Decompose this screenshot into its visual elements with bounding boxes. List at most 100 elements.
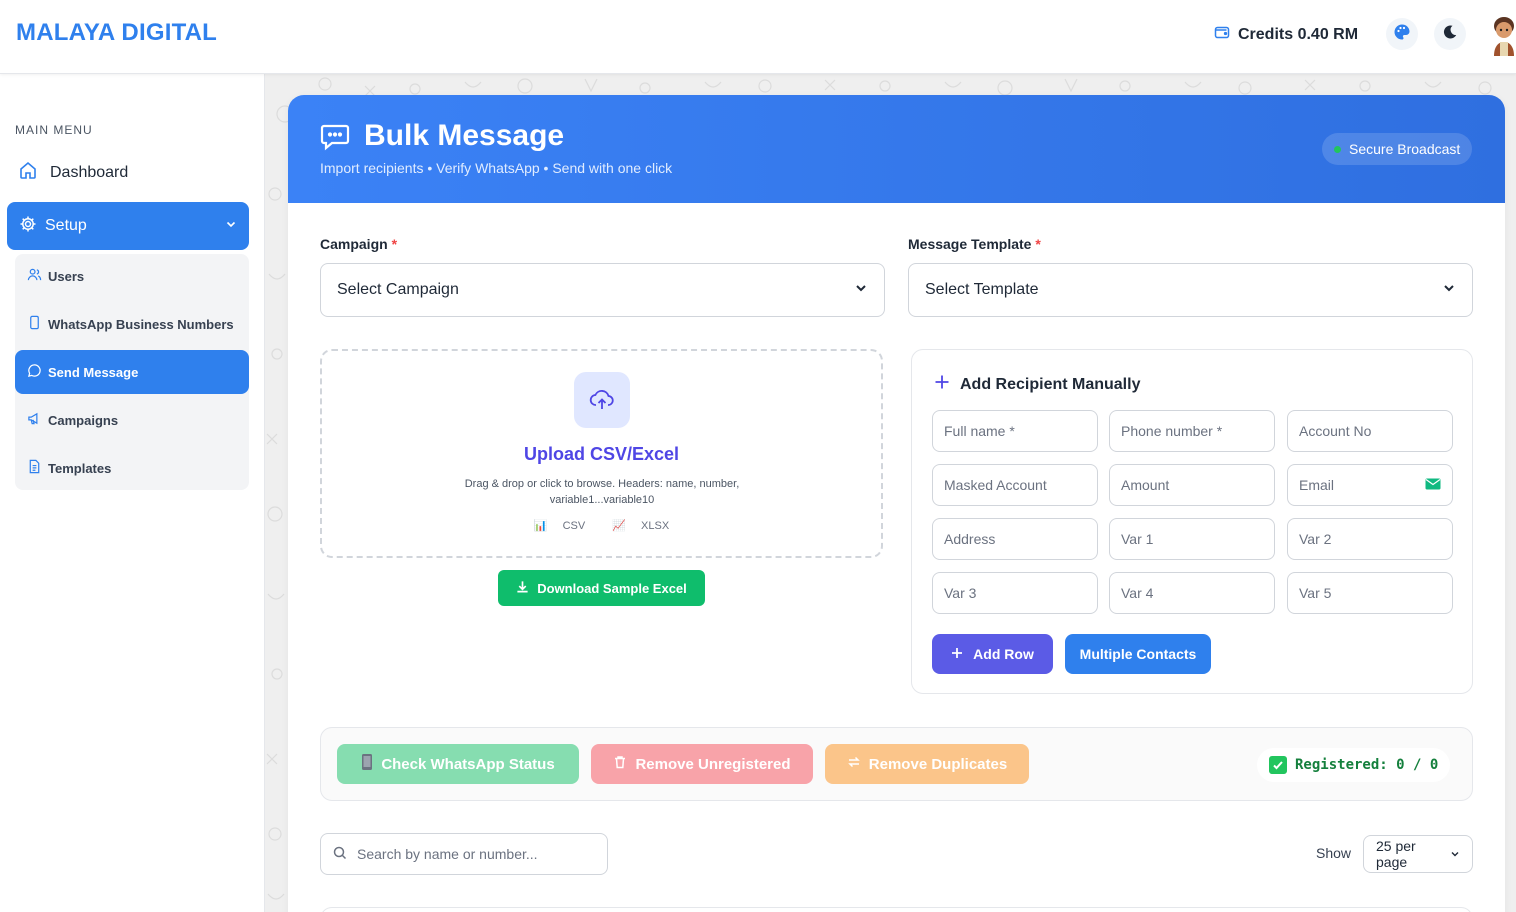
user-avatar[interactable]	[1486, 12, 1516, 56]
address-field[interactable]: Address	[932, 518, 1098, 560]
field-placeholder: Var 3	[944, 585, 977, 601]
wallet-icon	[1214, 24, 1230, 45]
check-status-label: Check WhatsApp Status	[381, 755, 555, 773]
verification-toolbar: Check WhatsApp Status Remove Unregistere…	[320, 727, 1473, 801]
palette-icon	[1393, 23, 1411, 46]
sidebar-item-campaigns[interactable]: Campaigns	[15, 398, 249, 442]
field-placeholder: Masked Account	[944, 477, 1047, 493]
registered-count-badge: Registered: 0 / 0	[1257, 748, 1451, 782]
registered-count-text: Registered: 0 / 0	[1295, 757, 1439, 773]
field-placeholder: Full name *	[944, 423, 1015, 439]
email-field[interactable]: Email	[1287, 464, 1453, 506]
credits-text: Credits 0.40 RM	[1238, 25, 1359, 43]
sidebar-item-send-message[interactable]: Send Message	[15, 350, 249, 394]
show-label: Show	[1316, 845, 1352, 861]
nav-dashboard-label: Dashboard	[50, 163, 129, 181]
var5-field[interactable]: Var 5	[1287, 572, 1453, 614]
download-sample-label: Download Sample Excel	[537, 580, 687, 596]
field-placeholder: Var 4	[1121, 585, 1154, 601]
remove-unregistered-label: Remove Unregistered	[635, 755, 791, 773]
var1-field[interactable]: Var 1	[1109, 518, 1275, 560]
theme-palette-button[interactable]	[1386, 18, 1418, 50]
download-icon	[516, 580, 529, 596]
remove-unregistered-button[interactable]: Remove Unregistered	[591, 744, 813, 784]
campaign-label: Campaign *	[320, 236, 397, 252]
per-page-value: 25 per page	[1376, 838, 1416, 870]
csv-type-label: CSV	[562, 520, 586, 532]
field-placeholder: Account No	[1299, 423, 1372, 439]
xlsx-type-label: XLSX	[641, 520, 670, 532]
credits-display: Credits 0.40 RM	[1214, 24, 1358, 45]
chevron-down-icon	[1450, 846, 1460, 862]
upload-title: Upload CSV/Excel	[523, 444, 680, 464]
status-dot-icon	[1334, 145, 1341, 153]
search-icon	[333, 846, 347, 863]
sidebar-item-label: Campaigns	[48, 412, 119, 428]
var4-field[interactable]: Var 4	[1109, 572, 1275, 614]
amount-field[interactable]: Amount	[1109, 464, 1275, 506]
search-placeholder: Search by name or number...	[357, 846, 538, 862]
document-icon	[27, 459, 42, 477]
multiple-contacts-button[interactable]: Multiple Contacts	[1065, 634, 1211, 674]
nav-dashboard[interactable]: Dashboard	[18, 160, 128, 185]
chevron-down-icon	[1442, 281, 1456, 300]
xlsx-type: 📈 XLSX	[606, 520, 675, 532]
top-bar: MALAYA DIGITAL Credits 0.40 RM	[0, 0, 1516, 74]
bulk-message-card: Bulk Message Import recipients • Verify …	[288, 95, 1505, 912]
multiple-contacts-label: Multiple Contacts	[1079, 646, 1197, 662]
template-label: Message Template *	[908, 236, 1041, 252]
page-title: Bulk Message	[364, 119, 565, 152]
add-recipient-title-text: Add Recipient Manually	[960, 375, 1141, 393]
var3-field[interactable]: Var 3	[932, 572, 1098, 614]
masked-account-field[interactable]: Masked Account	[932, 464, 1098, 506]
remove-duplicates-button[interactable]: Remove Duplicates	[825, 744, 1029, 784]
chevron-down-icon	[225, 217, 237, 235]
autofill-card-icon[interactable]	[1425, 477, 1441, 493]
brand-logo[interactable]: MALAYA DIGITAL	[16, 19, 217, 47]
template-select[interactable]: Select Template	[908, 263, 1473, 317]
plus-icon	[951, 646, 963, 662]
message-square-icon	[320, 123, 350, 156]
chat-icon	[27, 363, 42, 381]
nav-setup-label: Setup	[45, 217, 87, 234]
bar-chart-icon: 📊	[533, 520, 548, 532]
setup-submenu: Users WhatsApp Business Numbers Send Mes…	[15, 254, 249, 490]
add-row-label: Add Row	[973, 646, 1034, 662]
upload-dropzone[interactable]: Upload CSV/Excel Drag & drop or click to…	[320, 349, 883, 558]
campaign-select[interactable]: Select Campaign	[320, 263, 885, 317]
required-mark: *	[391, 236, 398, 252]
phone-icon	[27, 315, 42, 333]
trash-icon	[613, 755, 627, 773]
upload-hint: Drag & drop or click to browse. Headers:…	[464, 478, 740, 506]
field-placeholder: Amount	[1121, 477, 1170, 493]
csv-type: 📊 CSV	[528, 520, 594, 532]
sidebar-item-whatsapp-numbers[interactable]: WhatsApp Business Numbers	[15, 302, 249, 346]
nav-setup[interactable]: Setup	[7, 202, 249, 250]
sidebar-item-label: Users	[48, 268, 85, 284]
card-header: Bulk Message Import recipients • Verify …	[288, 95, 1505, 203]
check-mark-icon	[1269, 756, 1287, 774]
line-chart-icon: 📈	[612, 520, 626, 532]
secure-badge-label: Secure Broadcast	[1349, 141, 1461, 157]
campaign-select-value: Select Campaign	[337, 281, 459, 298]
per-page-select[interactable]: 25 per page	[1363, 835, 1473, 873]
download-sample-button[interactable]: Download Sample Excel	[498, 570, 705, 606]
recipient-search-input[interactable]: Search by name or number...	[320, 833, 608, 875]
check-whatsapp-status-button[interactable]: Check WhatsApp Status	[337, 744, 579, 784]
dark-mode-toggle[interactable]	[1434, 18, 1466, 50]
field-placeholder: Var 5	[1299, 585, 1332, 601]
account-no-field[interactable]: Account No	[1287, 410, 1453, 452]
full-name-field[interactable]: Full name *	[932, 410, 1098, 452]
sidebar-item-label: WhatsApp Business Numbers	[48, 316, 234, 332]
sidebar-item-users[interactable]: Users	[15, 254, 249, 298]
recipient-table-container	[320, 907, 1473, 912]
var2-field[interactable]: Var 2	[1287, 518, 1453, 560]
add-recipient-title: Add Recipient Manually	[934, 374, 1140, 395]
sidebar-item-templates[interactable]: Templates	[15, 446, 249, 490]
secure-broadcast-badge: Secure Broadcast	[1322, 133, 1473, 165]
phone-number-field[interactable]: Phone number *	[1109, 410, 1275, 452]
add-row-button[interactable]: Add Row	[932, 634, 1053, 674]
required-mark: *	[1035, 236, 1041, 252]
remove-duplicates-label: Remove Duplicates	[868, 755, 1008, 773]
gear-icon	[19, 215, 37, 238]
